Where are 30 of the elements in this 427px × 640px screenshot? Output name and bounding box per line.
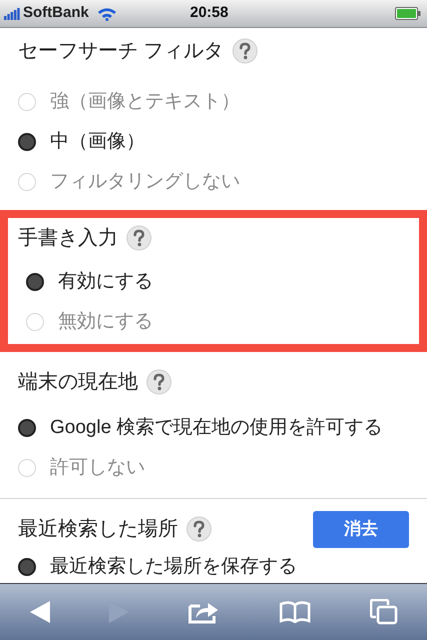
help-icon[interactable]: [232, 38, 258, 64]
carrier-name: SoftBank: [23, 3, 89, 24]
option-label[interactable]: 中（画像）: [50, 128, 145, 156]
option-label[interactable]: 最近検索した場所を保存する: [50, 552, 297, 582]
back-icon[interactable]: [30, 601, 50, 623]
option-label[interactable]: 許可しない: [50, 454, 145, 482]
pages-icon[interactable]: [370, 599, 398, 625]
option-label[interactable]: 強（画像とテキスト）: [50, 88, 240, 116]
wifi-icon: [96, 6, 117, 20]
help-icon[interactable]: [126, 225, 152, 251]
section-title: 端末の現在地: [18, 370, 138, 395]
radio-button[interactable]: [18, 133, 36, 151]
clock-time: 20:58: [190, 3, 228, 24]
section-title: 手書き入力: [18, 226, 118, 251]
share-icon[interactable]: [188, 600, 220, 624]
clear-button[interactable]: 消去: [313, 510, 409, 548]
option-label[interactable]: 無効にする: [58, 308, 153, 336]
signal-icon: [4, 8, 20, 20]
help-icon[interactable]: [146, 369, 172, 395]
book-icon[interactable]: [278, 601, 310, 623]
option-label[interactable]: 有効にする: [58, 268, 153, 296]
radio-button[interactable]: [26, 273, 44, 291]
radio-button[interactable]: [18, 558, 36, 576]
radio-button[interactable]: [18, 419, 36, 437]
option-label[interactable]: フィルタリングしない: [50, 168, 240, 196]
section-title: セーフサーチ フィルタ: [18, 39, 224, 64]
section-title: 最近検索した場所: [18, 517, 178, 542]
help-icon[interactable]: [186, 516, 212, 542]
option-label[interactable]: Google 検索で現在地の使用を許可する: [50, 414, 383, 442]
battery-icon: [395, 7, 421, 20]
